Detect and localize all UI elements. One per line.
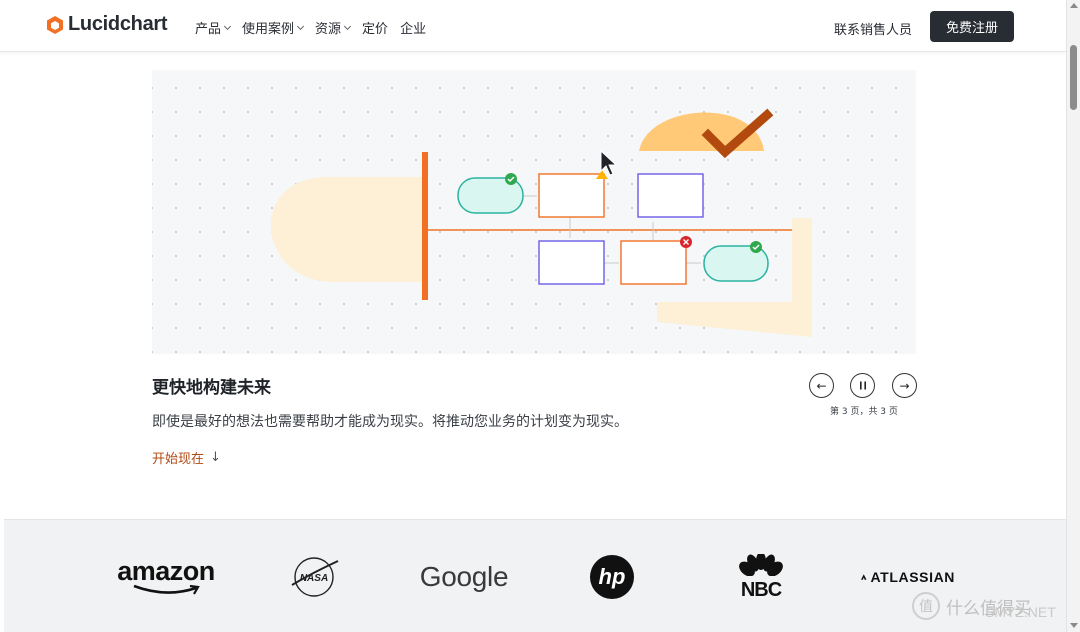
arrow-down-icon: ↓ — [210, 450, 221, 465]
atlassian-wordmark: ATLASSIAN — [870, 568, 955, 585]
contact-sales-link[interactable]: 联系销售人员 — [834, 19, 912, 38]
svg-text:hp: hp — [599, 564, 626, 589]
menu-item-products[interactable]: 产品 — [195, 18, 232, 37]
menu-item-label: 产品 — [195, 22, 222, 37]
carousel-prev-button[interactable]: ← — [809, 373, 834, 398]
peach-blob-left — [270, 176, 422, 282]
pause-icon — [859, 381, 866, 390]
menu-item-enterprise[interactable]: 企业 — [400, 18, 426, 37]
nasa-logo: NASA — [285, 520, 345, 632]
menu-item-label: 使用案例 — [242, 22, 295, 37]
chevron-down-icon — [344, 22, 352, 30]
purple-process-node-1 — [637, 173, 704, 218]
slide-title: 更快地构建未来 — [152, 378, 271, 398]
nasa-meatball-icon: NASA — [291, 556, 339, 597]
hp-circle-icon: hp — [590, 554, 634, 599]
scrollbar-thumb[interactable] — [1070, 45, 1077, 110]
chevron-down-icon — [296, 22, 305, 30]
lucidchart-logo-icon — [47, 15, 63, 34]
free-signup-button[interactable]: 免费注册 — [930, 11, 1014, 42]
watermark-site: SMYZ.NET — [985, 604, 1056, 620]
purple-process-node-2 — [538, 240, 605, 285]
svg-text:NASA: NASA — [300, 573, 328, 584]
start-now-link[interactable]: 开始现在 ↓ — [152, 448, 221, 467]
menu-item-resources[interactable]: 资源 — [315, 18, 352, 37]
scroll-down-arrow-icon[interactable] — [1070, 623, 1078, 628]
carousel-next-button[interactable]: → — [892, 373, 917, 398]
atlassian-mark-icon — [861, 573, 867, 580]
amazon-smile-icon — [133, 584, 200, 595]
hero-illustration — [152, 70, 916, 354]
customer-logo-strip: amazon NASA Google hp NBC ATLASSIAN — [4, 519, 1066, 632]
scroll-up-arrow-icon[interactable] — [1070, 3, 1078, 8]
carousel-page-indicator: 第 3 页，共 3 页 — [830, 407, 898, 417]
menu-item-pricing[interactable]: 定价 — [362, 18, 388, 37]
amazon-logo: amazon — [116, 520, 216, 632]
menu-item-label: 资源 — [315, 22, 342, 37]
orange-process-node-1 — [538, 173, 605, 218]
slide-description: 即使是最好的想法也需要帮助才能成为现实。将推动您业务的计划变为现实。 — [152, 414, 628, 430]
menu-item-label: 定价 — [362, 22, 389, 37]
logo-text: Lucidchart — [68, 13, 168, 35]
watermark-symbol: 值 — [912, 592, 940, 620]
menu-item-use-cases[interactable]: 使用案例 — [242, 18, 305, 37]
menu-item-label: 企业 — [400, 22, 427, 37]
fishbone-diagram-illustration — [270, 108, 812, 337]
nbc-wordmark: NBC — [740, 579, 782, 601]
mouse-cursor-icon — [600, 149, 618, 176]
arrow-right-icon: → — [899, 378, 910, 393]
nbc-logo: NBC — [731, 520, 791, 632]
page-scrollbar[interactable] — [1066, 0, 1080, 632]
arrow-left-icon: ← — [816, 378, 827, 393]
chevron-down-icon — [223, 22, 232, 30]
orange-spine-bar — [422, 152, 428, 300]
lucidchart-logo[interactable]: Lucidchart — [46, 13, 168, 36]
orange-process-node-2 — [620, 240, 687, 285]
start-now-label: 开始现在 — [152, 452, 205, 467]
main-menu: 产品 使用案例 资源 定价 企业 — [195, 18, 438, 37]
nbc-peacock-icon — [738, 554, 784, 580]
hp-logo: hp — [587, 520, 637, 632]
google-logo: Google — [419, 560, 509, 592]
amazon-wordmark: amazon — [117, 555, 215, 586]
top-navbar: Lucidchart 产品 使用案例 资源 定价 企业 联系销售人员 免费注册 — [0, 0, 1066, 52]
carousel-pause-button[interactable] — [850, 373, 875, 398]
